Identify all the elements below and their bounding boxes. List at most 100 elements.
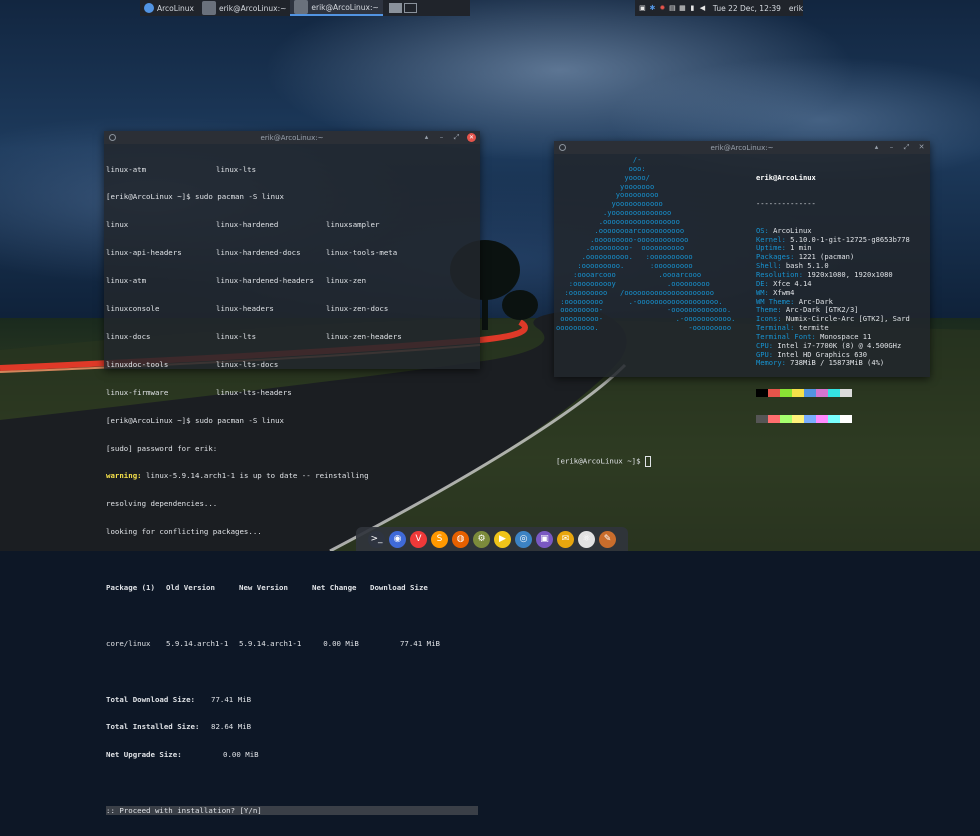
info-key: Shell: [756, 261, 782, 271]
command-line: [erik@ArcoLinux ~]$ sudo pacman -S linux [106, 192, 284, 202]
firefox-icon[interactable]: ◍ [452, 530, 469, 548]
info-key: DE: [756, 278, 769, 288]
summary-line: Total Download Size: 77.41 MiB [106, 694, 252, 704]
workspace-2[interactable] [403, 3, 417, 13]
screenshot-tray-icon[interactable]: ▣ [639, 4, 646, 13]
color-swatch [780, 414, 792, 423]
info-value: Arc-Dark [794, 296, 833, 306]
terminal-output[interactable]: /- ooo: yoooo/ yooooooo yooooooooo yoooo… [554, 154, 930, 469]
color-swatch [816, 388, 828, 397]
color-swatch [816, 414, 828, 423]
chromium-icon[interactable]: ◎ [515, 530, 532, 548]
clock[interactable]: Tue 22 Dec, 12:39 [713, 4, 781, 13]
output-line: linuxdoc-tools linux-lts-docs [106, 359, 279, 369]
gimp-icon[interactable]: ✎ [599, 530, 616, 548]
color-swatch [840, 414, 852, 423]
minimize-icon[interactable]: – [437, 133, 446, 142]
atom-icon[interactable]: ⚛ [578, 530, 595, 548]
info-value: 1 min [785, 243, 812, 253]
battery-icon[interactable]: ▮ [689, 4, 696, 13]
color-swatches-normal [756, 388, 910, 397]
clipboard-icon[interactable]: ▤ [669, 4, 676, 13]
top-panel-tasks: ArcoLinux erik@ArcoLinux:~ erik@ArcoLinu… [140, 0, 470, 16]
task-terminal-1[interactable]: erik@ArcoLinux:~ [198, 0, 290, 16]
info-value: Monospace 11 [815, 331, 872, 341]
minimize-icon[interactable]: – [887, 143, 896, 152]
system-info: erik@ArcoLinux -------------- OS: ArcoLi… [756, 156, 910, 440]
output-line: linuxconsole linux-headers linux-zen-docs [106, 304, 389, 314]
info-value: Xfwm4 [768, 287, 795, 297]
logo-line: ooooooooo. -ooooooooo [556, 323, 732, 333]
info-key: Uptime: [756, 243, 786, 253]
info-key: Kernel: [756, 234, 786, 244]
info-key: Theme: [756, 305, 782, 315]
color-swatch [804, 388, 816, 397]
terminal-window-neofetch[interactable]: erik@ArcoLinux:~ ▴ – ⤢ ✕ /- ooo: yoooo/ … [554, 141, 930, 468]
color-swatch [792, 388, 804, 397]
maximize-icon[interactable]: ⤢ [902, 143, 911, 152]
color-swatch [768, 414, 780, 423]
info-value: 1920x1080, 1920x1080 [802, 269, 893, 279]
network-icon[interactable]: ▦ [679, 4, 686, 13]
info-value: Numix-Circle-Arc [GTK2], Sard [781, 314, 910, 324]
output-line: linux-docs linux-lts linux-zen-headers [106, 331, 402, 341]
window-titlebar[interactable]: erik@ArcoLinux:~ ▴ – ⤢ ✕ [104, 131, 480, 144]
info-header: erik@ArcoLinux [756, 172, 816, 182]
terminal-icon[interactable]: >_ [368, 530, 385, 548]
vivaldi-icon[interactable]: V [410, 530, 427, 548]
application-dock: >_ ◉ V S ◍ ⚙ ▶ ◎ ▣ ✉ ⚛ ✎ [356, 527, 628, 551]
output-line: linux-api-headers linux-hardened-docs linu… [106, 248, 398, 258]
info-value: Intel i7-7700K (8) @ 4.500GHz [773, 340, 902, 350]
terminal-icon [201, 1, 216, 15]
media-player-icon[interactable]: ▶ [494, 530, 511, 548]
window-titlebar[interactable]: erik@ArcoLinux:~ ▴ – ⤢ ✕ [554, 141, 930, 154]
shade-icon[interactable]: ▴ [422, 133, 431, 142]
workspace-1[interactable] [388, 3, 402, 13]
update-notifier-icon[interactable]: ✹ [659, 4, 666, 13]
task-label: erik@ArcoLinux:~ [218, 3, 287, 13]
task-terminal-2[interactable]: erik@ArcoLinux:~ [290, 0, 383, 16]
sublime-icon[interactable]: S [431, 530, 448, 548]
info-row: Memory: 738MiB / 15873MiB (4%) [756, 358, 910, 368]
maximize-icon[interactable]: ⤢ [452, 133, 461, 142]
info-value: bash 5.1.0 [781, 261, 829, 271]
terminal-window-pacman[interactable]: erik@ArcoLinux:~ ▴ – ⤢ ✕ linux-atm linux-… [104, 131, 480, 816]
close-icon[interactable]: ✕ [917, 143, 926, 152]
mail-icon[interactable]: ✉ [557, 530, 574, 548]
task-arcolinux[interactable]: ArcoLinux [140, 0, 198, 16]
task-label: erik@ArcoLinux:~ [311, 2, 379, 12]
shade-icon[interactable]: ▴ [872, 143, 881, 152]
bluetooth-icon[interactable]: ✱ [649, 4, 656, 13]
file-manager-icon[interactable]: ▣ [536, 530, 553, 548]
info-separator: -------------- [756, 199, 816, 209]
settings-icon[interactable]: ⚙ [473, 530, 490, 548]
terminal-output[interactable]: linux-atm linux-lts [erik@ArcoLinux ~]$ s… [104, 144, 480, 836]
color-swatch [804, 414, 816, 423]
screenshot-icon[interactable]: ◉ [389, 530, 406, 548]
sudo-prompt: [sudo] password for erik: [106, 443, 218, 453]
command-line: [erik@ArcoLinux ~]$ sudo pacman -S linux [106, 415, 284, 425]
volume-icon[interactable]: ◀ [699, 4, 706, 13]
summary-line: Total Installed Size: 82.64 MiB [106, 722, 252, 732]
proceed-prompt[interactable]: :: Proceed with installation? [Y/n] [106, 806, 478, 816]
info-value: 738MiB / 15873MiB (4%) [785, 358, 885, 368]
color-swatches-bright [756, 414, 910, 423]
cursor [645, 456, 651, 468]
package-table-header: Package (1) Old Version New Version Net Cha… [106, 582, 428, 592]
user-menu[interactable]: erik [789, 4, 803, 13]
summary-line: Net Upgrade Size: 0.00 MiB [106, 750, 259, 760]
color-swatch [828, 388, 840, 397]
warning-line: warning: linux-5.9.14.arch1-1 is up to d… [106, 471, 369, 481]
package-table-row: core/linux 5.9.14.arch1-1 5.9.14.arch1-1 0.… [106, 638, 440, 648]
terminal-icon [294, 0, 309, 14]
color-swatch [792, 414, 804, 423]
shell-prompt[interactable]: [erik@ArcoLinux ~]$ [556, 456, 928, 468]
color-swatch [768, 388, 780, 397]
info-value: 1221 (pacman) [794, 252, 855, 262]
info-value: Arc-Dark [GTK2/3] [781, 305, 859, 315]
info-key: Memory: [756, 358, 786, 368]
close-icon[interactable]: ✕ [467, 133, 476, 142]
info-key: Terminal Font: [756, 331, 816, 341]
info-key: Terminal: [756, 323, 795, 333]
top-panel-tray: ▣ ✱ ✹ ▤ ▦ ▮ ◀ Tue 22 Dec, 12:39 erik [635, 0, 803, 16]
